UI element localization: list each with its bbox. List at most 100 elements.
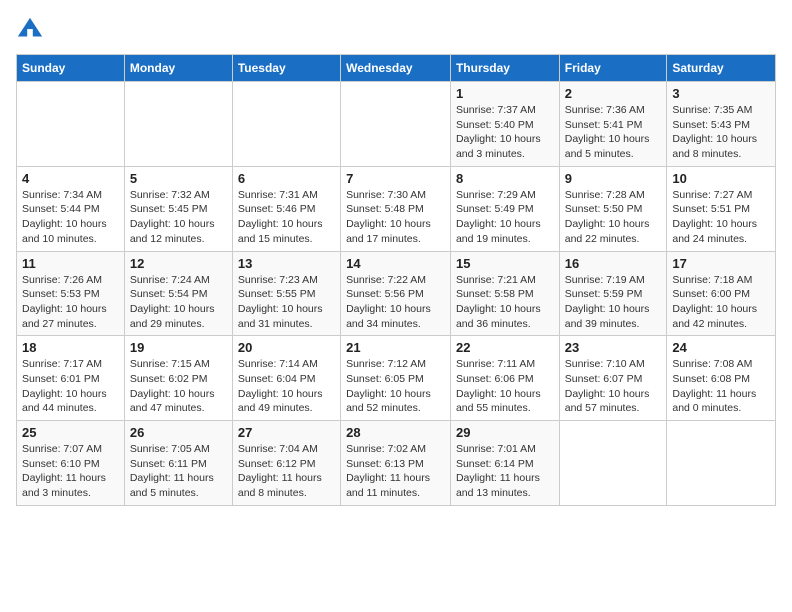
calendar-cell: 10Sunrise: 7:27 AM Sunset: 5:51 PM Dayli… [667,166,776,251]
day-number: 18 [22,340,119,355]
day-header-sunday: Sunday [17,55,125,82]
day-detail: Sunrise: 7:19 AM Sunset: 5:59 PM Dayligh… [565,273,662,332]
day-detail: Sunrise: 7:08 AM Sunset: 6:08 PM Dayligh… [672,357,770,416]
day-detail: Sunrise: 7:10 AM Sunset: 6:07 PM Dayligh… [565,357,662,416]
day-detail: Sunrise: 7:26 AM Sunset: 5:53 PM Dayligh… [22,273,119,332]
day-detail: Sunrise: 7:36 AM Sunset: 5:41 PM Dayligh… [565,103,662,162]
calendar-cell: 4 Sunrise: 7:34 AM Sunset: 5:44 PM Daylig… [17,166,125,251]
calendar-cell: 9 Sunrise: 7:28 AM Sunset: 5:50 PM Daylig… [559,166,667,251]
calendar-cell: 17 Sunrise: 7:18 AM Sunset: 6:00 PM Dayli… [667,251,776,336]
day-detail: Sunrise: 7:34 AM Sunset: 5:44 PM Dayligh… [22,188,119,247]
calendar-cell: 20Sunrise: 7:14 AM Sunset: 6:04 PM Dayli… [232,336,340,421]
calendar-cell: 23 Sunrise: 7:10 AM Sunset: 6:07 PM Dayli… [559,336,667,421]
calendar-cell: 15 Sunrise: 7:21 AM Sunset: 5:58 PM Dayli… [450,251,559,336]
calendar-cell: 21 Sunrise: 7:12 AM Sunset: 6:05 PM Dayli… [341,336,451,421]
day-header-monday: Monday [124,55,232,82]
day-number: 25 [22,425,119,440]
day-number: 19 [130,340,227,355]
day-number: 16 [565,256,662,271]
day-detail: Sunrise: 7:18 AM Sunset: 6:00 PM Dayligh… [672,273,770,332]
day-number: 26 [130,425,227,440]
day-detail: Sunrise: 7:17 AM Sunset: 6:01 PM Dayligh… [22,357,119,416]
day-number: 9 [565,171,662,186]
calendar-cell: 28 Sunrise: 7:02 AM Sunset: 6:13 PM Dayli… [341,421,451,506]
day-number: 3 [672,86,770,101]
calendar-cell: 13 Sunrise: 7:23 AM Sunset: 5:55 PM Dayli… [232,251,340,336]
calendar-cell: 18 Sunrise: 7:17 AM Sunset: 6:01 PM Dayli… [17,336,125,421]
calendar-cell: 11 Sunrise: 7:26 AM Sunset: 5:53 PM Dayli… [17,251,125,336]
day-number: 13 [238,256,335,271]
calendar-cell: 19 Sunrise: 7:15 AM Sunset: 6:02 PM Dayli… [124,336,232,421]
logo [16,16,46,44]
day-detail: Sunrise: 7:31 AM Sunset: 5:46 PM Dayligh… [238,188,335,247]
calendar-cell: 2 Sunrise: 7:36 AM Sunset: 5:41 PM Daylig… [559,82,667,167]
day-number: 20 [238,340,335,355]
calendar-cell: 8 Sunrise: 7:29 AM Sunset: 5:49 PM Daylig… [450,166,559,251]
calendar-cell: 29Sunrise: 7:01 AM Sunset: 6:14 PM Dayli… [450,421,559,506]
day-number: 7 [346,171,445,186]
calendar-table: SundayMondayTuesdayWednesdayThursdayFrid… [16,54,776,506]
day-detail: Sunrise: 7:21 AM Sunset: 5:58 PM Dayligh… [456,273,554,332]
day-number: 11 [22,256,119,271]
week-row-3: 11 Sunrise: 7:26 AM Sunset: 5:53 PM Dayli… [17,251,776,336]
day-number: 23 [565,340,662,355]
day-number: 22 [456,340,554,355]
day-detail: Sunrise: 7:15 AM Sunset: 6:02 PM Dayligh… [130,357,227,416]
day-number: 2 [565,86,662,101]
day-number: 21 [346,340,445,355]
calendar-cell [17,82,125,167]
calendar-cell: 5 Sunrise: 7:32 AM Sunset: 5:45 PM Daylig… [124,166,232,251]
calendar-cell: 16 Sunrise: 7:19 AM Sunset: 5:59 PM Dayli… [559,251,667,336]
calendar-cell: 6 Sunrise: 7:31 AM Sunset: 5:46 PM Daylig… [232,166,340,251]
day-detail: Sunrise: 7:24 AM Sunset: 5:54 PM Dayligh… [130,273,227,332]
calendar-cell: 7Sunrise: 7:30 AM Sunset: 5:48 PM Daylig… [341,166,451,251]
calendar-cell [341,82,451,167]
day-detail: Sunrise: 7:02 AM Sunset: 6:13 PM Dayligh… [346,442,445,501]
day-header-wednesday: Wednesday [341,55,451,82]
day-number: 27 [238,425,335,440]
day-detail: Sunrise: 7:05 AM Sunset: 6:11 PM Dayligh… [130,442,227,501]
calendar-cell: 26 Sunrise: 7:05 AM Sunset: 6:11 PM Dayli… [124,421,232,506]
day-detail: Sunrise: 7:29 AM Sunset: 5:49 PM Dayligh… [456,188,554,247]
calendar-cell: 27Sunrise: 7:04 AM Sunset: 6:12 PM Dayli… [232,421,340,506]
calendar-cell [559,421,667,506]
day-header-saturday: Saturday [667,55,776,82]
day-number: 14 [346,256,445,271]
day-number: 8 [456,171,554,186]
day-detail: Sunrise: 7:28 AM Sunset: 5:50 PM Dayligh… [565,188,662,247]
logo-icon [16,16,44,44]
day-number: 17 [672,256,770,271]
calendar-cell: 22 Sunrise: 7:11 AM Sunset: 6:06 PM Dayli… [450,336,559,421]
week-row-4: 18 Sunrise: 7:17 AM Sunset: 6:01 PM Dayli… [17,336,776,421]
day-detail: Sunrise: 7:27 AM Sunset: 5:51 PM Dayligh… [672,188,770,247]
day-detail: Sunrise: 7:12 AM Sunset: 6:05 PM Dayligh… [346,357,445,416]
week-row-1: 1 Sunrise: 7:37 AM Sunset: 5:40 PM Daylig… [17,82,776,167]
header-row: SundayMondayTuesdayWednesdayThursdayFrid… [17,55,776,82]
day-number: 4 [22,171,119,186]
day-number: 24 [672,340,770,355]
day-header-tuesday: Tuesday [232,55,340,82]
day-detail: Sunrise: 7:32 AM Sunset: 5:45 PM Dayligh… [130,188,227,247]
week-row-2: 4 Sunrise: 7:34 AM Sunset: 5:44 PM Daylig… [17,166,776,251]
calendar-cell [232,82,340,167]
day-detail: Sunrise: 7:22 AM Sunset: 5:56 PM Dayligh… [346,273,445,332]
calendar-cell: 24 Sunrise: 7:08 AM Sunset: 6:08 PM Dayli… [667,336,776,421]
day-detail: Sunrise: 7:11 AM Sunset: 6:06 PM Dayligh… [456,357,554,416]
page-header [16,16,776,44]
day-number: 6 [238,171,335,186]
day-number: 28 [346,425,445,440]
day-number: 15 [456,256,554,271]
day-header-thursday: Thursday [450,55,559,82]
calendar-cell: 25Sunrise: 7:07 AM Sunset: 6:10 PM Dayli… [17,421,125,506]
calendar-cell: 1 Sunrise: 7:37 AM Sunset: 5:40 PM Daylig… [450,82,559,167]
day-detail: Sunrise: 7:01 AM Sunset: 6:14 PM Dayligh… [456,442,554,501]
day-number: 1 [456,86,554,101]
calendar-cell: 12 Sunrise: 7:24 AM Sunset: 5:54 PM Dayli… [124,251,232,336]
calendar-cell [667,421,776,506]
week-row-5: 25Sunrise: 7:07 AM Sunset: 6:10 PM Dayli… [17,421,776,506]
day-detail: Sunrise: 7:37 AM Sunset: 5:40 PM Dayligh… [456,103,554,162]
day-detail: Sunrise: 7:35 AM Sunset: 5:43 PM Dayligh… [672,103,770,162]
day-number: 12 [130,256,227,271]
day-number: 5 [130,171,227,186]
day-detail: Sunrise: 7:23 AM Sunset: 5:55 PM Dayligh… [238,273,335,332]
